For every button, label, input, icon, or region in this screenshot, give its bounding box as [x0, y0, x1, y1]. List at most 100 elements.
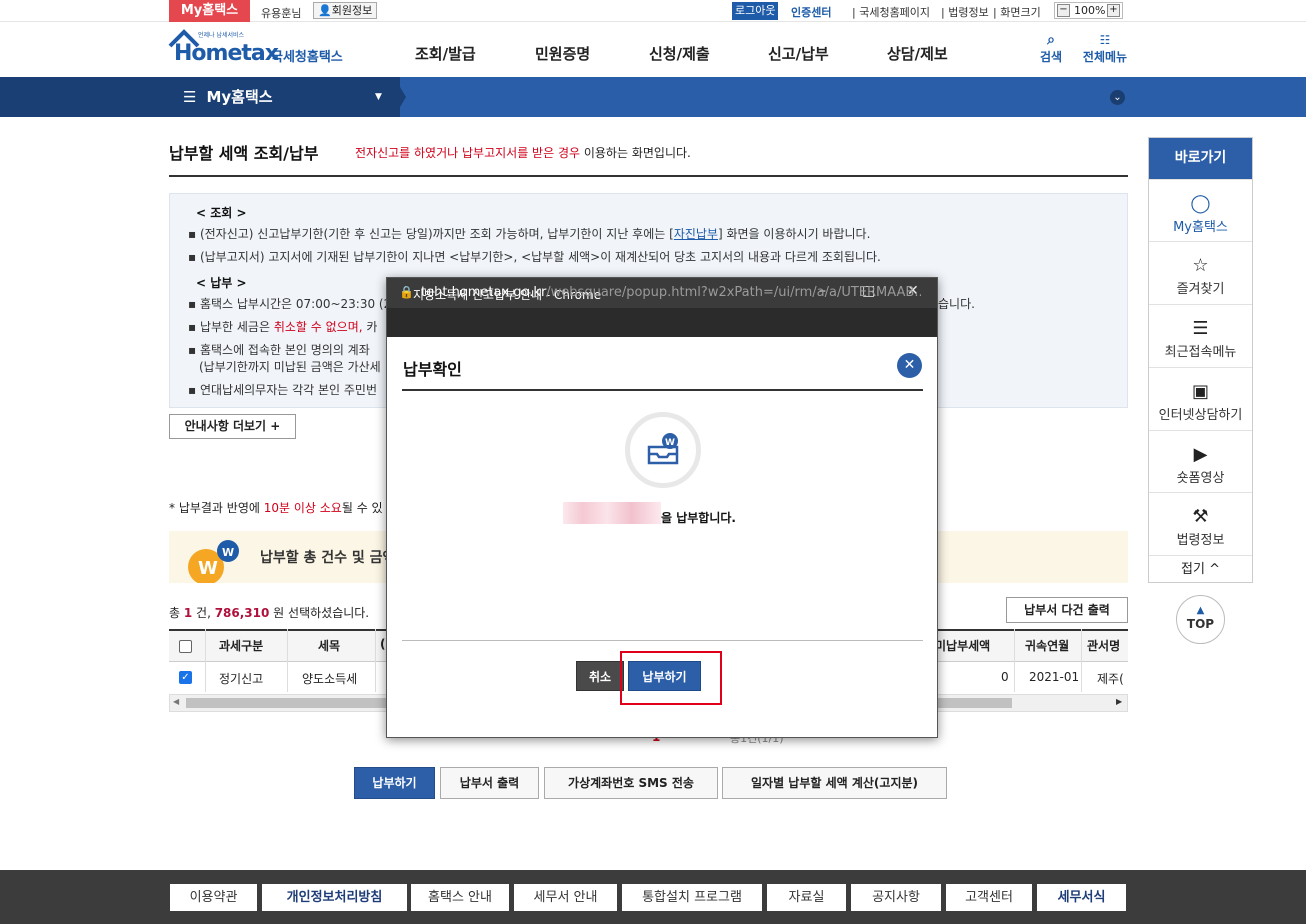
svg-text:W: W — [665, 438, 675, 448]
col-unpaid: 미납부세액 — [935, 639, 991, 653]
gnb-report-pay[interactable]: 신고/납부 — [768, 43, 829, 64]
note-post: 될 수 있 — [341, 501, 383, 515]
info-line-1b: ] 화면을 이용하시기 바랍니다. — [717, 227, 871, 241]
pay-button[interactable]: 납부하기 — [354, 767, 435, 799]
note-pre: * 납부결과 반영에 — [169, 501, 264, 515]
gnb-consult[interactable]: 상담/제보 — [887, 43, 948, 64]
quick-menu-title: 바로가기 — [1149, 138, 1252, 179]
print-bill-button[interactable]: 납부서 출력 — [440, 767, 539, 799]
subtitle-rest: 이용하는 화면입니다. — [580, 146, 691, 160]
popup-heading: 납부확인 — [403, 360, 462, 379]
quick-label-law: 법령정보 — [1176, 533, 1225, 548]
quick-label-recent: 최근접속메뉴 — [1164, 345, 1237, 360]
zoom-out-button[interactable]: − — [1057, 4, 1070, 17]
arrow-up-icon: ▲ — [1196, 605, 1205, 616]
quick-recent[interactable]: ☰ 최근접속메뉴 — [1149, 304, 1252, 366]
info-line-3-tail: 습니다. — [938, 297, 975, 311]
info-line-4-red: 취소할 수 없으며, — [273, 320, 363, 334]
subtitle-highlight: 전자신고를 하였거나 납부고지서를 받은 경우 — [355, 146, 581, 160]
all-menu-button[interactable]: ☷ 전체메뉴 — [1078, 32, 1132, 65]
sms-button[interactable]: 가상계좌번호 SMS 전송 — [544, 767, 718, 799]
info-line-5: ▪ 홈택스에 접속한 본인 명의의 계좌 — [188, 343, 370, 357]
quick-shorts[interactable]: ▶ 숏폼영상 — [1149, 430, 1252, 492]
quick-my-hometax[interactable]: ◯ My홈택스 — [1149, 179, 1252, 241]
lock-icon: 🔒 — [399, 285, 414, 299]
user-icon: 👤 — [318, 4, 332, 17]
col-divider — [205, 629, 206, 692]
play-icon: ▶ — [1193, 444, 1208, 465]
gnb-certificate[interactable]: 민원증명 — [535, 43, 590, 64]
footer-forms[interactable]: 세무서식 — [1037, 884, 1126, 911]
daily-calc-button[interactable]: 일자별 납부할 세액 계산(고지분) — [722, 767, 947, 799]
col-hidden: ( — [380, 637, 386, 651]
gnb-application[interactable]: 신청/제출 — [649, 43, 710, 64]
processing-note: * 납부결과 반영에 10분 이상 소요될 수 있 — [169, 499, 383, 516]
footer-guide[interactable]: 홈택스 안내 — [411, 884, 509, 911]
law-info-label: 법령정보 — [948, 6, 989, 19]
svg-text:W: W — [198, 558, 218, 579]
footer-library[interactable]: 자료실 — [767, 884, 846, 911]
popup-url[interactable]: teht.hometax.go.kr/websquare/popup.html?… — [421, 285, 921, 300]
info-line-4a: ▪ 납부한 세금은 — [188, 320, 274, 334]
nav-my-hometax[interactable]: ☰ My홈택스 ▼ — [169, 77, 399, 117]
cert-center-link[interactable]: 인증센터 — [791, 4, 831, 20]
info-line-6: (납부기한까지 미납된 금액은 가산세 — [199, 360, 381, 374]
page-subtitle: 전자신고를 하였거나 납부고지서를 받은 경우 이용하는 화면입니다. — [355, 144, 691, 161]
row-checkbox[interactable]: ✓ — [179, 671, 192, 684]
nts-page-link[interactable]: | 국세청홈페이지 — [852, 4, 930, 20]
col-divider — [287, 629, 288, 692]
my-hometax-tab[interactable]: My홈택스 — [169, 0, 250, 22]
col-tax-item: 세목 — [318, 639, 341, 653]
cell-tax-item: 양도소득세 — [302, 672, 358, 686]
footer-support[interactable]: 고객센터 — [946, 884, 1032, 911]
search-icon: ⌕ — [1047, 32, 1055, 48]
all-menu-label: 전체메뉴 — [1082, 50, 1128, 64]
logout-button[interactable]: 로그아웃 — [732, 2, 779, 20]
logo-text: Hometax — [174, 41, 279, 66]
zoom-in-button[interactable]: + — [1107, 4, 1120, 17]
svg-text:W: W — [222, 546, 234, 559]
logo-korean: 국세청홈택스 — [271, 50, 343, 65]
search-button[interactable]: ⌕ 검색 — [1036, 32, 1066, 65]
w-mascot-icon: W W — [188, 540, 239, 583]
footer-office[interactable]: 세무서 안내 — [514, 884, 617, 911]
top-label: TOP — [1186, 617, 1215, 631]
cell-tax-type: 정기신고 — [219, 672, 264, 686]
info-line-7: ▪ 연대납세의무자는 각각 본인 주민번 — [188, 383, 377, 397]
quick-law[interactable]: ⚒ 법령정보 — [1149, 492, 1252, 554]
quick-consult[interactable]: ▣ 인터넷상담하기 — [1149, 367, 1252, 429]
popup-cancel-button[interactable]: 취소 — [576, 661, 624, 691]
page-title: 납부할 세액 조회/납부 — [169, 144, 319, 163]
popup-close-icon[interactable]: ✕ — [897, 353, 922, 378]
payment-popup-window: 지방소득세 신고납부 안내 - Chrome – □ ✕ 🔒 teht.home… — [386, 277, 938, 738]
gavel-icon: ⚒ — [1192, 506, 1209, 527]
footer-terms[interactable]: 이용약관 — [170, 884, 257, 911]
top-button[interactable]: ▲ TOP — [1176, 595, 1225, 644]
scroll-right-icon[interactable]: ▶ — [1116, 697, 1122, 706]
col-period: 귀속연월 — [1025, 639, 1070, 653]
footer-privacy[interactable]: 개인정보처리방침 — [262, 884, 407, 911]
scroll-left-icon[interactable]: ◀ — [173, 697, 179, 706]
col-office: 관서명 — [1087, 639, 1121, 653]
quick-fold-button[interactable]: 접기 ^ — [1149, 555, 1252, 583]
footer-install[interactable]: 통합설치 프로그램 — [622, 884, 762, 911]
info-line-4b: 카 — [362, 320, 378, 334]
col-divider — [375, 629, 376, 692]
gnb-inquiry[interactable]: 조회/발급 — [415, 43, 476, 64]
self-payment-link[interactable]: 자진납부 — [674, 227, 718, 241]
footer-notice[interactable]: 공지사항 — [851, 884, 941, 911]
payment-tray-icon: W — [625, 412, 701, 488]
law-info-link[interactable]: | 법령정보 — [941, 4, 989, 20]
select-all-checkbox[interactable] — [179, 640, 192, 653]
bulk-print-button[interactable]: 납부서 다건 출력 — [1006, 597, 1128, 623]
hometax-logo[interactable]: 언제나 납세서비스 Hometax 국세청홈택스 — [168, 28, 358, 74]
chevron-down-icon[interactable]: ⌄ — [1110, 90, 1125, 105]
col-divider — [1014, 629, 1015, 692]
more-info-button[interactable]: 안내사항 더보기 + — [169, 414, 296, 439]
hamburger-icon: ☰ — [183, 88, 197, 106]
quick-favorites[interactable]: ☆ 즐겨찾기 — [1149, 241, 1252, 303]
info-line-3: ▪ 홈택스 납부시간은 07:00~23:30 (22 — [188, 297, 399, 311]
member-info-button[interactable]: 👤회원정보 — [313, 2, 378, 19]
url-path: /websquare/popup.html?w2xPath=/ui/rm/a/a… — [546, 285, 921, 300]
count-number: 1 — [183, 606, 193, 620]
